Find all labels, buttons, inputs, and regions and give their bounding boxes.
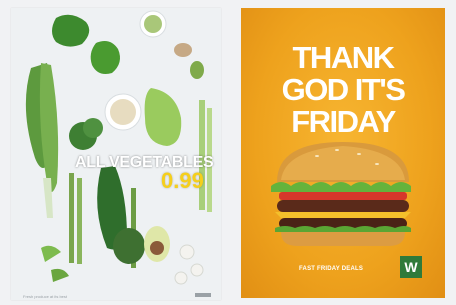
friday-deals-text: FAST FRIDAY DEALS <box>299 266 364 272</box>
brand-badge: W <box>400 256 422 278</box>
vegetables-logo <box>195 293 211 297</box>
poster-gallery: ALL VEGETABLES 0.99 Fresh produce at its… <box>0 0 456 305</box>
friday-poster[interactable]: THANK GOD IT'S FRIDAY FAST FRIDAY DEALS … <box>241 8 445 298</box>
burger-illustration <box>271 142 411 246</box>
vegetables-poster[interactable]: ALL VEGETABLES 0.99 Fresh produce at its… <box>11 8 221 300</box>
vegetables-fineprint: Fresh produce at its best <box>23 294 68 299</box>
friday-headline-line-3: FRIDAY <box>291 104 396 139</box>
friday-headline-line-2: GOD IT'S <box>281 72 406 107</box>
vegetables-price: 0.99 <box>161 168 204 193</box>
friday-headline-line-1: THANK <box>292 40 396 75</box>
